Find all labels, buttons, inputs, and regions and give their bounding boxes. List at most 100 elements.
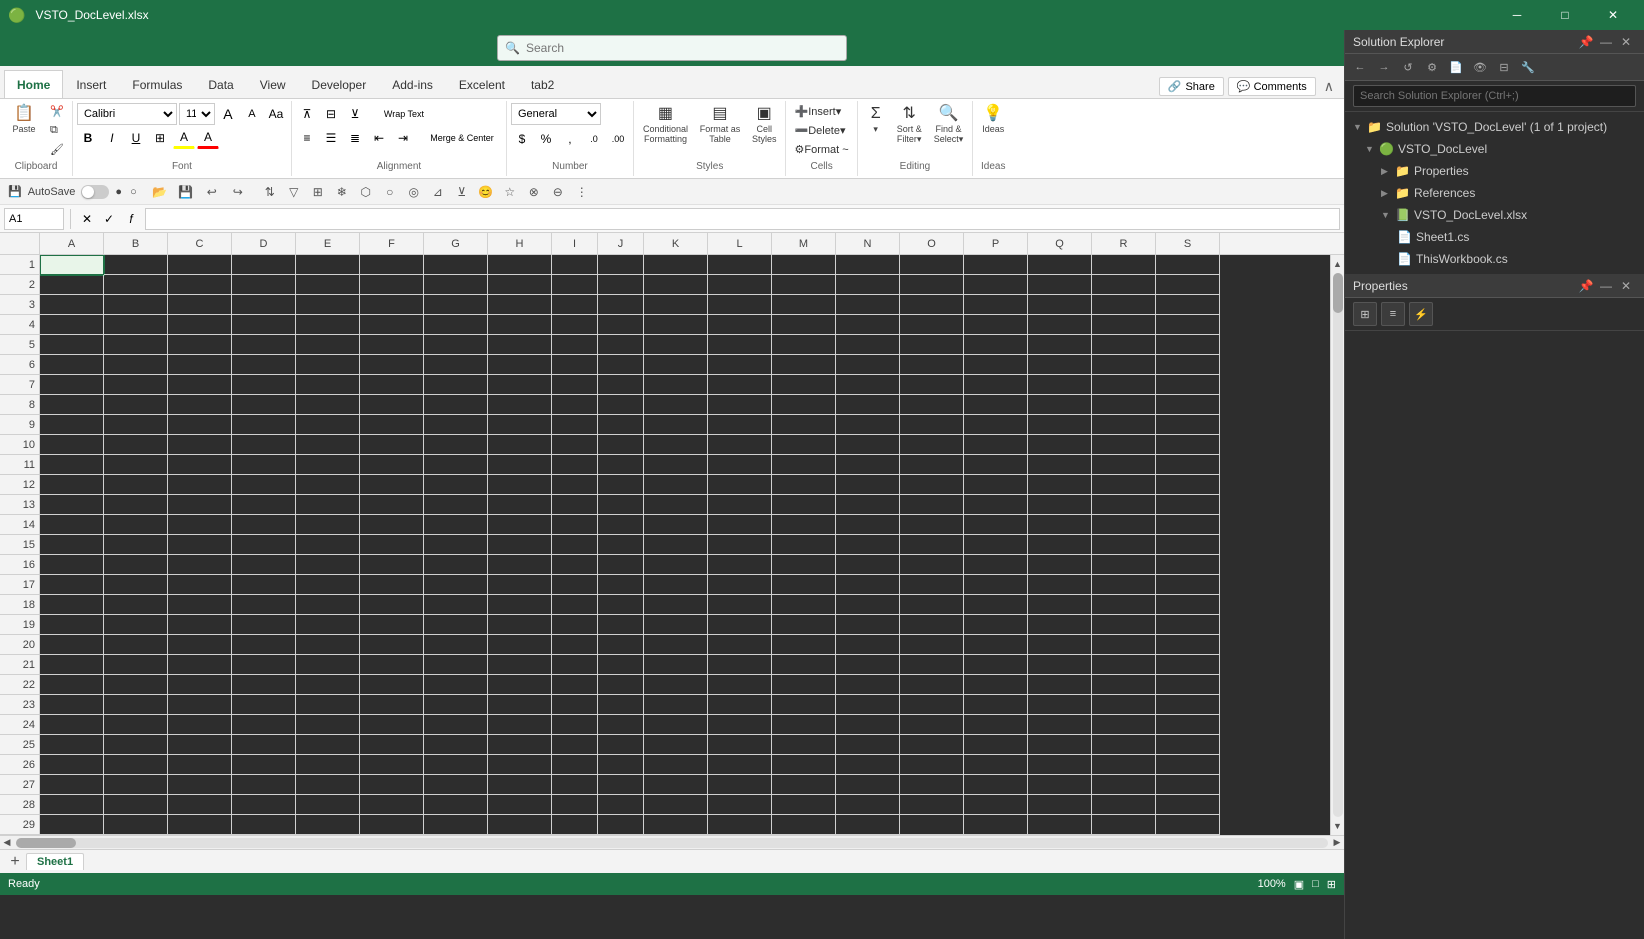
close-button[interactable]: ✕: [1590, 0, 1636, 30]
se-tree-solution[interactable]: ▼ 📁 Solution 'VSTO_DocLevel' (1 of 1 pro…: [1345, 116, 1644, 138]
row-header-6[interactable]: 6: [0, 355, 39, 375]
col-header-n[interactable]: N: [836, 233, 900, 254]
font-case-button[interactable]: Aa: [265, 103, 287, 125]
circle-x-button[interactable]: ⊗: [523, 181, 545, 203]
pp-close-button[interactable]: ✕: [1616, 276, 1636, 296]
autosum-button[interactable]: Σ ▾: [862, 103, 890, 148]
row-header-8[interactable]: 8: [0, 395, 39, 415]
col-header-k[interactable]: K: [644, 233, 708, 254]
tab-formulas[interactable]: Formulas: [119, 70, 195, 98]
se-tree-references[interactable]: ▶ 📁 References: [1345, 182, 1644, 204]
search-input[interactable]: [497, 35, 847, 61]
cut-button[interactable]: ✂️: [46, 103, 68, 120]
cell-f1[interactable]: [360, 255, 424, 275]
pp-collapse-button[interactable]: —: [1596, 276, 1616, 296]
shapes-button[interactable]: ⬡: [355, 181, 377, 203]
minimize-button[interactable]: ─: [1494, 0, 1540, 30]
font-size-select[interactable]: 11: [179, 103, 215, 125]
col-header-p[interactable]: P: [964, 233, 1028, 254]
row-header-27[interactable]: 27: [0, 775, 39, 795]
ideas-button[interactable]: 💡 Ideas: [977, 103, 1009, 137]
format-cells-button[interactable]: ⚙ Format ~: [790, 141, 852, 158]
cell-a1[interactable]: [40, 255, 104, 275]
align-top-button[interactable]: ⊼: [296, 103, 318, 125]
row-header-7[interactable]: 7: [0, 375, 39, 395]
smiley-button[interactable]: 😊: [475, 181, 497, 203]
cell-j1[interactable]: [598, 255, 644, 275]
se-tree-properties[interactable]: ▶ 📁 Properties: [1345, 160, 1644, 182]
undo-button[interactable]: ↩: [201, 181, 223, 203]
filter-button[interactable]: ▽: [283, 181, 305, 203]
tab-addins[interactable]: Add-ins: [379, 70, 446, 98]
se-back-button[interactable]: ←: [1349, 56, 1371, 78]
row-header-29[interactable]: 29: [0, 815, 39, 835]
scroll-down-button[interactable]: ▼: [1331, 819, 1345, 833]
cell-n1[interactable]: [836, 255, 900, 275]
underline-button[interactable]: U: [125, 127, 147, 149]
align-center-button[interactable]: ☰: [320, 127, 342, 149]
se-collapse-all-button[interactable]: ⊟: [1493, 56, 1515, 78]
tab-insert[interactable]: Insert: [63, 70, 119, 98]
scroll-right-button[interactable]: ▶: [1330, 836, 1344, 850]
bold-button[interactable]: B: [77, 127, 99, 149]
font-color-button[interactable]: A: [197, 127, 219, 149]
col-header-o[interactable]: O: [900, 233, 964, 254]
italic-button[interactable]: I: [101, 127, 123, 149]
cell-h1[interactable]: [488, 255, 552, 275]
cell-k1[interactable]: [644, 255, 708, 275]
row-header-23[interactable]: 23: [0, 695, 39, 715]
cell-l1[interactable]: [708, 255, 772, 275]
row-header-25[interactable]: 25: [0, 735, 39, 755]
col-header-f[interactable]: F: [360, 233, 424, 254]
cell-b1[interactable]: [104, 255, 168, 275]
col-header-a[interactable]: A: [40, 233, 104, 254]
tab-excelent[interactable]: Excelent: [446, 70, 518, 98]
pp-events-button[interactable]: ⚡: [1409, 302, 1433, 326]
delete-cells-button[interactable]: ➖ Delete ▾: [790, 122, 852, 139]
col-header-s[interactable]: S: [1156, 233, 1220, 254]
merge-center-button[interactable]: Merge & Center: [422, 127, 502, 149]
se-show-all-button[interactable]: 👁: [1469, 56, 1491, 78]
decrease-font-button[interactable]: A: [241, 103, 263, 125]
row-header-12[interactable]: 12: [0, 475, 39, 495]
conditional-formatting-button[interactable]: ▦ ConditionalFormatting: [638, 103, 693, 147]
row-header-11[interactable]: 11: [0, 455, 39, 475]
format-as-table-button[interactable]: ▤ Format asTable: [695, 103, 745, 147]
sort-asc-button[interactable]: ⇅: [259, 181, 281, 203]
col-header-c[interactable]: C: [168, 233, 232, 254]
se-tree-project[interactable]: ▼ 🟢 VSTO_DocLevel: [1345, 138, 1644, 160]
se-refresh-button[interactable]: ↺: [1397, 56, 1419, 78]
view-page-break-icon[interactable]: ⊞: [1327, 878, 1336, 891]
row-header-17[interactable]: 17: [0, 575, 39, 595]
cell-c1[interactable]: [168, 255, 232, 275]
align-bottom-button[interactable]: ⊻: [344, 103, 366, 125]
row-header-9[interactable]: 9: [0, 415, 39, 435]
row-header-21[interactable]: 21: [0, 655, 39, 675]
se-tree-xlsx[interactable]: ▼ 📗 VSTO_DocLevel.xlsx: [1345, 204, 1644, 226]
cell-s1[interactable]: [1156, 255, 1220, 275]
increase-indent-button[interactable]: ⇥: [392, 127, 414, 149]
wrap-text-button[interactable]: Wrap Text: [374, 103, 434, 125]
scroll-left-button[interactable]: ◀: [0, 836, 14, 850]
tab-tab2[interactable]: tab2: [518, 70, 567, 98]
paste-button[interactable]: 📋 Paste: [4, 103, 44, 137]
view-normal-icon[interactable]: ▣: [1294, 878, 1304, 891]
autosave-toggle[interactable]: [81, 185, 109, 199]
sort-filter-button[interactable]: ⇅ Sort &Filter▾: [892, 103, 927, 148]
se-close-button[interactable]: ✕: [1616, 32, 1636, 52]
row-header-18[interactable]: 18: [0, 595, 39, 615]
save-file-button[interactable]: 💾: [175, 181, 197, 203]
col-header-j[interactable]: J: [598, 233, 644, 254]
v-scroll-track[interactable]: [1333, 273, 1343, 817]
percent-button[interactable]: %: [535, 128, 557, 150]
se-open-file-button[interactable]: 📄: [1445, 56, 1467, 78]
cell-d1[interactable]: [232, 255, 296, 275]
pp-category-view-button[interactable]: ≡: [1381, 302, 1405, 326]
cell-g1[interactable]: [424, 255, 488, 275]
se-tree-sheet1[interactable]: 📄 Sheet1.cs: [1345, 226, 1644, 248]
oval-button[interactable]: ◎: [403, 181, 425, 203]
pp-pin-button[interactable]: 📌: [1576, 276, 1596, 296]
row-header-10[interactable]: 10: [0, 435, 39, 455]
star-button[interactable]: ☆: [499, 181, 521, 203]
col-header-i[interactable]: I: [552, 233, 598, 254]
